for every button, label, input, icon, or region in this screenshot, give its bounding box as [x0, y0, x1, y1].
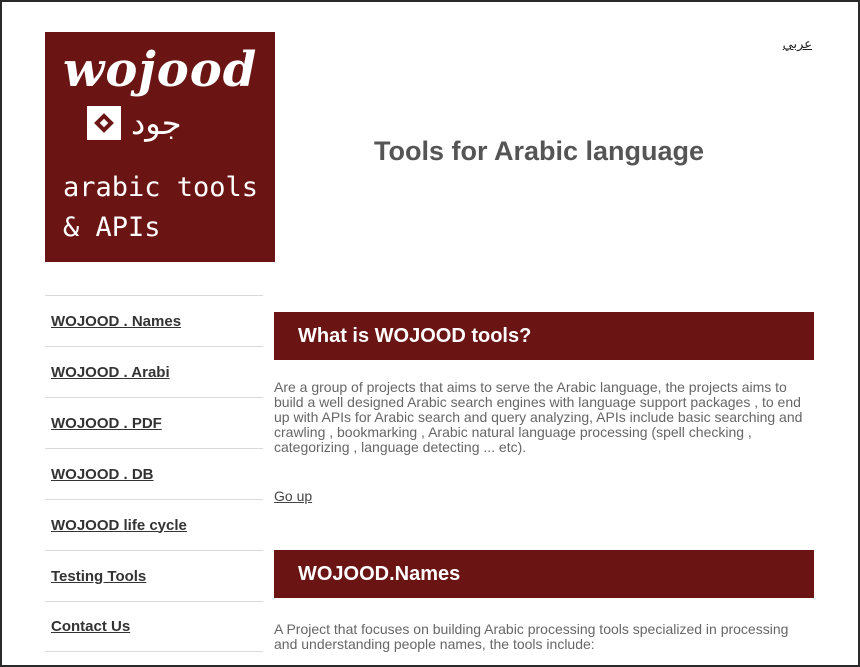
logo-brand-text: wojood — [63, 42, 258, 98]
sidebar-item-label[interactable]: WOJOOD . Names — [51, 313, 181, 330]
sidebar-item-db[interactable]: WOJOOD . DB — [45, 448, 263, 499]
section-heading-what-is: What is WOJOOD tools? — [274, 312, 814, 360]
section-body-what-is: Are a group of projects that aims to ser… — [274, 379, 803, 455]
go-up-link[interactable]: Go up — [274, 488, 312, 504]
logo-tagline-line2: & APIs — [63, 212, 161, 243]
sidebar-item-label[interactable]: WOJOOD . Arabi — [51, 364, 170, 381]
logo-arabic-row: جود — [87, 104, 182, 142]
diamond-icon — [87, 106, 121, 140]
sidebar-item-arabi[interactable]: WOJOOD . Arabi — [45, 346, 263, 397]
sidebar-item-life-cycle[interactable]: WOJOOD life cycle — [45, 499, 263, 550]
logo-arabic-text: جود — [131, 104, 182, 142]
sidebar-item-names[interactable]: WOJOOD . Names — [45, 295, 263, 346]
section-body-names: A Project that focuses on building Arabi… — [274, 621, 789, 652]
sidebar-nav: WOJOOD . Names WOJOOD . Arabi WOJOOD . P… — [45, 295, 263, 652]
logo-tagline: arabic tools & APIs — [63, 168, 258, 248]
wojood-logo[interactable]: wojood جود arabic tools & APIs — [45, 32, 275, 262]
sidebar-item-label[interactable]: Testing Tools — [51, 568, 146, 585]
logo-tagline-line1: arabic tools — [63, 172, 259, 203]
sidebar-item-label[interactable]: Contact Us — [51, 618, 130, 635]
page-frame: wojood جود arabic tools & APIs عربي Tool… — [0, 0, 860, 667]
sidebar-item-label[interactable]: WOJOOD . PDF — [51, 415, 162, 432]
section-heading-names: WOJOOD.Names — [274, 550, 814, 598]
page-title: Tools for Arabic language — [374, 136, 705, 166]
sidebar-item-label[interactable]: WOJOOD . DB — [51, 466, 154, 483]
sidebar-item-contact-us[interactable]: Contact Us — [45, 601, 263, 652]
arabic-language-link[interactable]: عربي — [783, 36, 812, 52]
sidebar-item-testing-tools[interactable]: Testing Tools — [45, 550, 263, 601]
sidebar-item-pdf[interactable]: WOJOOD . PDF — [45, 397, 263, 448]
sidebar-item-label[interactable]: WOJOOD life cycle — [51, 517, 187, 534]
